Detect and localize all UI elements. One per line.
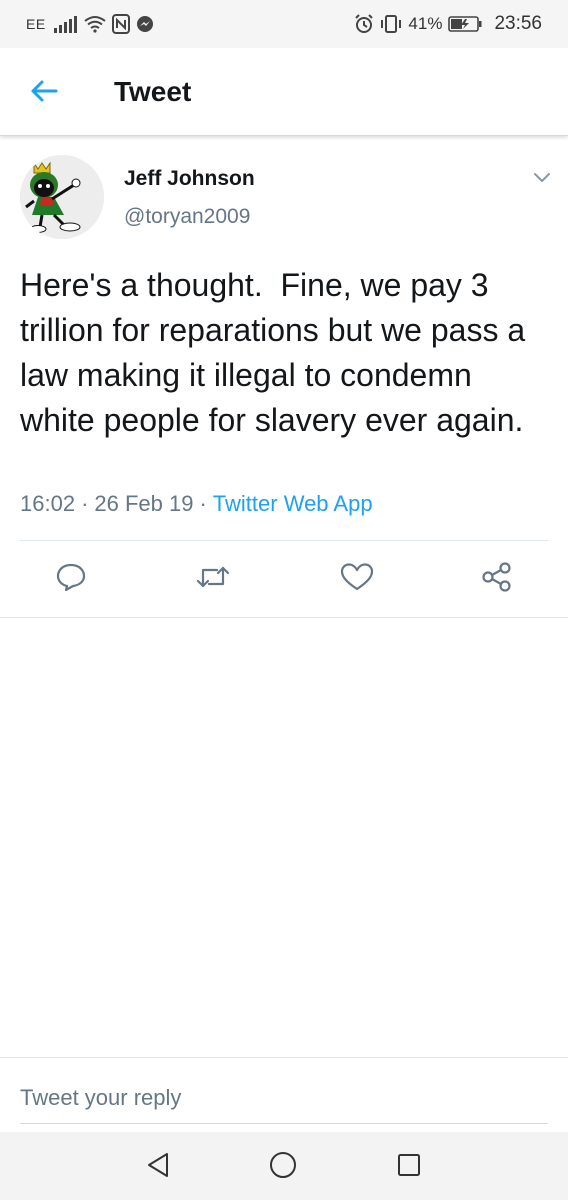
like-icon [340, 562, 374, 597]
avatar-image [20, 155, 104, 239]
divider [0, 617, 568, 618]
nfc-icon [111, 14, 130, 34]
system-nav-bar [0, 1132, 568, 1200]
nav-back-icon [145, 1151, 171, 1184]
tweet-actions [0, 541, 568, 617]
tweet-time: 16:02 [20, 491, 76, 516]
tweet-date: 26 Feb 19 [94, 491, 194, 516]
carrier-label: EE [26, 16, 46, 32]
nav-home-icon [268, 1150, 298, 1185]
back-arrow-icon [30, 79, 58, 108]
status-bar-right: 41% 23:56 [354, 13, 542, 35]
chevron-down-icon [533, 170, 551, 188]
meta-separator: · [199, 491, 207, 516]
retweet-icon [195, 562, 231, 597]
nav-back-button[interactable] [141, 1150, 175, 1184]
tweet-text: Here's a thought. Fine, we pay 3 trillio… [20, 267, 535, 438]
battery-icon [448, 15, 482, 33]
status-bar-left: EE [26, 14, 154, 34]
author-name[interactable]: Jeff Johnson [124, 167, 255, 191]
messenger-icon [136, 15, 154, 33]
nav-home-button[interactable] [266, 1150, 300, 1184]
reply-icon [55, 561, 87, 598]
like-button[interactable] [337, 561, 377, 597]
retweet-button[interactable] [193, 561, 233, 597]
meta-separator: · [81, 491, 89, 516]
nav-recents-icon [396, 1152, 422, 1183]
share-icon [481, 561, 513, 598]
back-button[interactable] [24, 76, 64, 110]
nav-recents-button[interactable] [392, 1150, 426, 1184]
avatar[interactable] [20, 155, 104, 239]
alarm-icon [354, 14, 374, 34]
tweet-meta: 16:02 · 26 Feb 19 · Twitter Web App [20, 491, 373, 517]
tweet-source-link[interactable]: Twitter Web App [213, 491, 373, 516]
divider [0, 1057, 568, 1058]
share-button[interactable] [477, 561, 517, 597]
vibrate-icon [380, 14, 402, 34]
wifi-icon [84, 15, 106, 33]
battery-percent: 41% [408, 14, 443, 33]
author-handle[interactable]: @toryan2009 [124, 205, 250, 229]
signal-icon [52, 15, 78, 33]
status-bar: EE 41% 23:56 [0, 0, 568, 48]
page-title: Tweet [114, 76, 192, 107]
reply-input[interactable] [20, 1072, 548, 1124]
reply-button[interactable] [51, 561, 91, 597]
tweet-options-button[interactable] [528, 167, 556, 191]
status-time: 23:56 [494, 13, 542, 34]
top-app-bar: Tweet [0, 48, 568, 136]
